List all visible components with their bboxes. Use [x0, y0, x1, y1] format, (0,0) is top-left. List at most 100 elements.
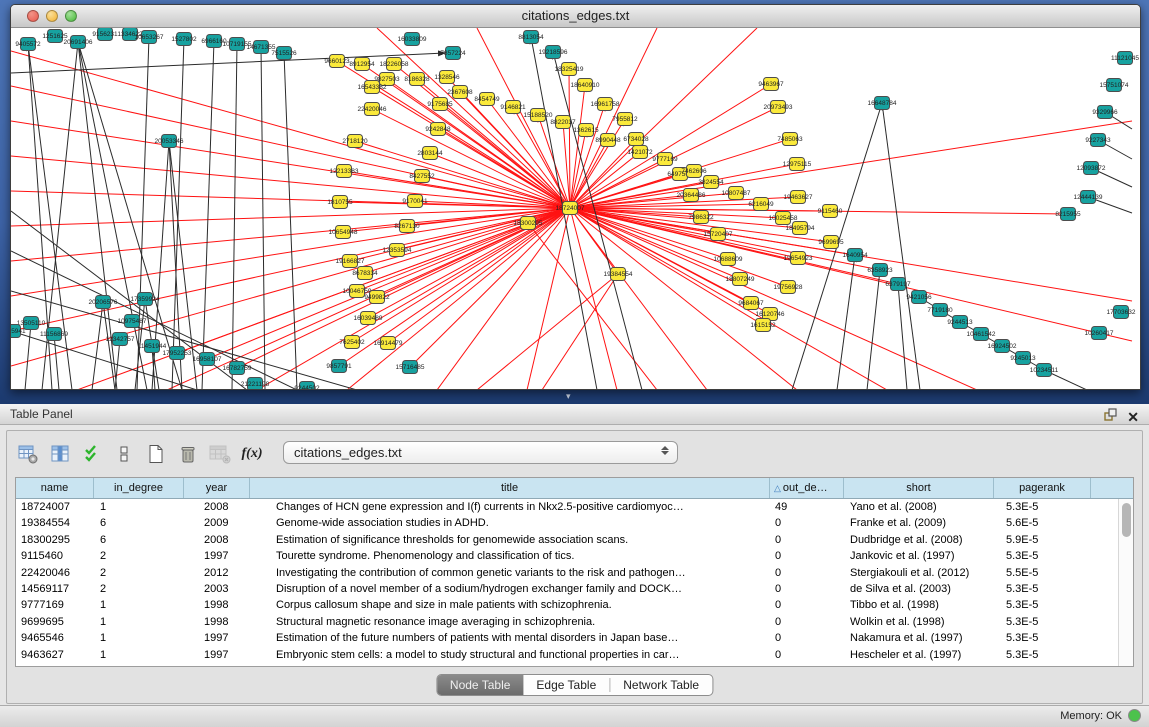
- cell-short[interactable]: Dudbridge et al. (2008): [844, 532, 994, 548]
- cell-short[interactable]: Yano et al. (2008): [844, 499, 994, 515]
- cell-year[interactable]: 1997: [184, 630, 250, 646]
- graph-edge[interactable]: [867, 270, 880, 389]
- graph-node[interactable]: 10654948: [329, 226, 358, 239]
- cell-name[interactable]: 22420046: [16, 565, 94, 581]
- graph-node[interactable]: 9660123: [324, 55, 350, 68]
- graph-edge[interactable]: [569, 69, 570, 208]
- scrollbar-thumb[interactable]: [1122, 503, 1131, 537]
- cell-out-degree[interactable]: 0: [770, 597, 844, 613]
- zoom-window-button[interactable]: [65, 10, 77, 22]
- graph-node[interactable]: 19654923: [784, 252, 813, 265]
- cell-out-degree[interactable]: 0: [770, 515, 844, 531]
- graph-node[interactable]: 22420046: [358, 103, 387, 116]
- cell-year[interactable]: 1998: [184, 597, 250, 613]
- create-table-button[interactable]: [143, 441, 169, 467]
- table-row[interactable]: 969969511998Structural magnetic resonanc…: [16, 614, 1133, 630]
- cell-short[interactable]: Hescheler et al. (1997): [844, 647, 994, 663]
- cell-year[interactable]: 2003: [184, 581, 250, 597]
- select-all-rows-button[interactable]: [79, 441, 105, 467]
- close-window-button[interactable]: [27, 10, 39, 22]
- graph-node[interactable]: 1640954: [842, 249, 868, 262]
- cell-pagerank[interactable]: 5.6E-5: [994, 515, 1091, 531]
- cell-short[interactable]: Franke et al. (2009): [844, 515, 994, 531]
- graph-node[interactable]: 19756928: [774, 281, 803, 294]
- graph-node[interactable]: 12213383: [330, 165, 359, 178]
- cell-title[interactable]: Tourette syndrome. Phenomenology and cla…: [250, 548, 770, 564]
- column-header-out-degree[interactable]: △out_de…: [770, 478, 844, 498]
- graph-node[interactable]: 10260417: [1085, 327, 1114, 340]
- cell-year[interactable]: 1998: [184, 614, 250, 630]
- table-row[interactable]: 977716911998Corpus callosum shape and si…: [16, 597, 1133, 613]
- cell-pagerank[interactable]: 5.3E-5: [994, 630, 1091, 646]
- graph-node[interactable]: 9857791: [326, 360, 352, 373]
- tab-network-table[interactable]: Network Table: [610, 675, 712, 695]
- cell-in-degree[interactable]: 1: [94, 614, 184, 630]
- graph-node[interactable]: 9227343: [1085, 134, 1111, 147]
- column-header-short[interactable]: short: [844, 478, 994, 498]
- graph-node[interactable]: 10807487: [722, 187, 751, 200]
- column-chooser-button[interactable]: [47, 441, 73, 467]
- cell-in-degree[interactable]: 6: [94, 515, 184, 531]
- graph-node[interactable]: 9329966: [1092, 106, 1118, 119]
- cell-name[interactable]: 14569117: [16, 581, 94, 597]
- cell-short[interactable]: Stergiakouli et al. (2012): [844, 565, 994, 581]
- graph-node[interactable]: 17952253: [163, 347, 192, 360]
- graph-edge[interactable]: [563, 122, 570, 208]
- graph-node[interactable]: 7625402: [339, 336, 365, 349]
- cell-in-degree[interactable]: 2: [94, 565, 184, 581]
- graph-node[interactable]: 8267130: [394, 220, 420, 233]
- cell-title[interactable]: Estimation of significance thresholds fo…: [250, 532, 770, 548]
- graph-edge[interactable]: [352, 208, 570, 342]
- graph-node[interactable]: 12975115: [783, 158, 812, 171]
- cell-out-degree[interactable]: 0: [770, 565, 844, 581]
- column-header-pagerank[interactable]: pagerank: [994, 478, 1091, 498]
- graph-node[interactable]: 19218596: [539, 46, 568, 59]
- table-settings-button[interactable]: [15, 441, 41, 467]
- cell-out-degree[interactable]: 49: [770, 499, 844, 515]
- cell-pagerank[interactable]: 5.3E-5: [994, 597, 1091, 613]
- graph-node[interactable]: 12342757: [106, 333, 135, 346]
- graph-node[interactable]: 8912954: [349, 58, 375, 71]
- cell-out-degree[interactable]: 0: [770, 614, 844, 630]
- table-row[interactable]: 1872400712008Changes of HCN gene express…: [16, 499, 1133, 515]
- graph-node[interactable]: 7986322: [688, 211, 714, 224]
- cell-short[interactable]: Wolkin et al. (1998): [844, 614, 994, 630]
- cell-out-degree[interactable]: 0: [770, 647, 844, 663]
- cell-name[interactable]: 9463627: [16, 647, 94, 663]
- graph-edge[interactable]: [477, 274, 618, 389]
- graph-node[interactable]: 1421072: [627, 146, 653, 159]
- cell-out-degree[interactable]: 0: [770, 630, 844, 646]
- graph-node[interactable]: 15188520: [524, 109, 553, 122]
- graph-node[interactable]: 16648784: [868, 97, 897, 110]
- cell-pagerank[interactable]: 5.5E-5: [994, 565, 1091, 581]
- graph-node[interactable]: 19384554: [604, 268, 633, 281]
- table-row[interactable]: 1456911722003Disruption of a novel membe…: [16, 581, 1133, 597]
- cell-out-degree[interactable]: 0: [770, 581, 844, 597]
- graph-node[interactable]: 2803144: [417, 147, 443, 160]
- graph-edge[interactable]: [54, 334, 59, 389]
- graph-node[interactable]: 9115460: [818, 205, 843, 218]
- cell-in-degree[interactable]: 1: [94, 597, 184, 613]
- graph-edge[interactable]: [232, 44, 237, 389]
- cell-name[interactable]: 9777169: [16, 597, 94, 613]
- graph-edge[interactable]: [570, 208, 617, 389]
- cell-in-degree[interactable]: 1: [94, 630, 184, 646]
- graph-node[interactable]: 9156231: [92, 28, 118, 41]
- cell-name[interactable]: 18300295: [16, 532, 94, 548]
- graph-node[interactable]: 16961758: [591, 98, 620, 111]
- cell-in-degree[interactable]: 2: [94, 548, 184, 564]
- graph-node[interactable]: 9146821: [500, 101, 526, 114]
- cell-year[interactable]: 2008: [184, 499, 250, 515]
- cell-title[interactable]: Changes of HCN gene expression and I(f) …: [250, 499, 770, 515]
- cell-in-degree[interactable]: 2: [94, 581, 184, 597]
- table-row[interactable]: 911546021997Tourette syndrome. Phenomeno…: [16, 548, 1133, 564]
- column-header-in-degree[interactable]: in_degree: [94, 478, 184, 498]
- cell-pagerank[interactable]: 5.3E-5: [994, 647, 1091, 663]
- graph-edge[interactable]: [542, 274, 618, 389]
- cell-year[interactable]: 2008: [184, 532, 250, 548]
- graph-edge[interactable]: [202, 41, 214, 389]
- table-row[interactable]: 946362711997Embryonic stem cells: a mode…: [16, 647, 1133, 663]
- cell-title[interactable]: Corpus callosum shape and size in male p…: [250, 597, 770, 613]
- graph-edge[interactable]: [372, 109, 570, 208]
- cell-pagerank[interactable]: 5.3E-5: [994, 499, 1091, 515]
